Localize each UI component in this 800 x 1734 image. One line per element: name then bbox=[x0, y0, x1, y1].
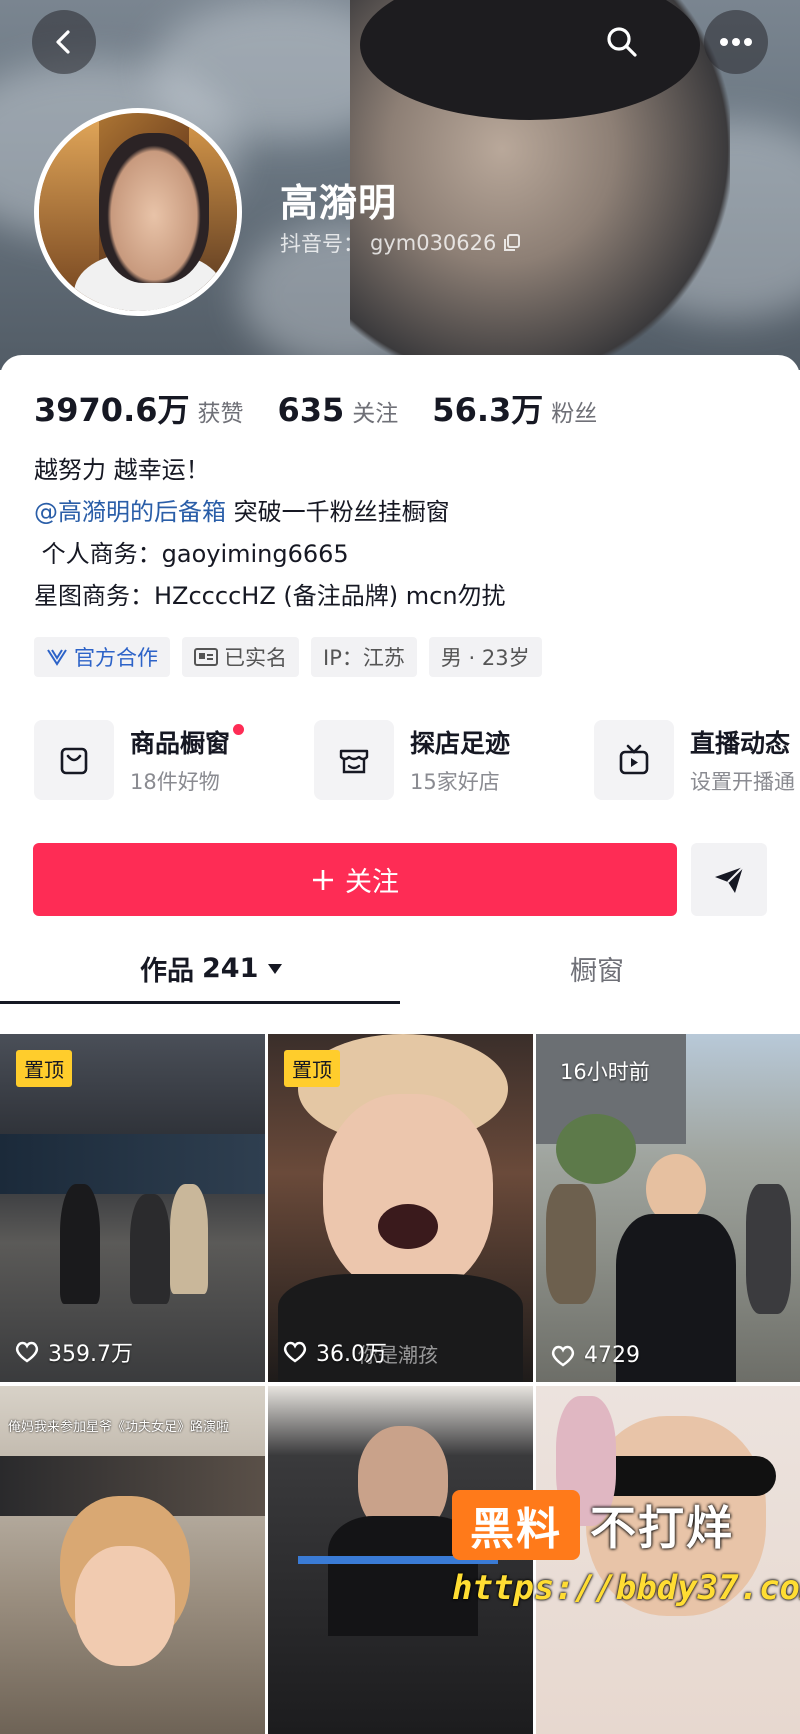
bio-line-4: 星图商务：HZccccHZ (备注品牌) mcn勿扰 bbox=[34, 582, 506, 610]
watermark-url: https://bbdy37.com bbox=[452, 1568, 800, 1608]
tab-shop-window[interactable]: 橱窗 bbox=[570, 949, 624, 988]
back-button[interactable] bbox=[32, 10, 96, 74]
bio-mention-link[interactable]: @高漪明的后备箱 bbox=[34, 498, 226, 526]
tag-official-cooperation[interactable]: 官方合作 bbox=[34, 637, 170, 677]
video-likes-count: 36.0万 bbox=[316, 1342, 387, 1367]
feature-live-updates[interactable]: 直播动态 设置开播通 bbox=[594, 720, 800, 800]
heart-icon bbox=[283, 1341, 307, 1363]
avatar[interactable] bbox=[34, 108, 242, 316]
id-card-icon bbox=[194, 648, 218, 666]
feature-title: 直播动态 bbox=[690, 729, 791, 758]
profile-tags: 官方合作 已实名 IP：江苏 男 · 23岁 bbox=[34, 637, 542, 677]
tag-gender-age: 男 · 23岁 bbox=[428, 637, 542, 677]
content-tabs: 作品 241 橱窗 bbox=[0, 935, 800, 1005]
search-button[interactable] bbox=[600, 20, 644, 64]
feature-subtitle: 设置开播通 bbox=[690, 770, 795, 794]
likes-count[interactable]: 3970.6万 bbox=[34, 385, 190, 431]
video-likes: 359.7万 bbox=[14, 1336, 133, 1368]
handle-value: gym030626 bbox=[370, 231, 497, 255]
feature-store-visits[interactable]: 探店足迹 15家好店 bbox=[314, 720, 594, 800]
notification-dot bbox=[233, 724, 245, 735]
feature-title: 探店足迹 bbox=[410, 729, 511, 758]
watermark-logo: 黑料 bbox=[452, 1490, 580, 1560]
video-likes-count: 4729 bbox=[584, 1343, 640, 1368]
handle-label: 抖音号： bbox=[280, 232, 364, 256]
follow-label: 关注 bbox=[345, 867, 399, 898]
bio-line-2-text: 突破一千粉丝挂橱窗 bbox=[226, 498, 450, 526]
caret-down-icon[interactable] bbox=[266, 962, 284, 976]
tag-ip-location: IP：江苏 bbox=[311, 637, 417, 677]
video-likes: 4729 bbox=[550, 1343, 640, 1368]
feature-title: 商品橱窗 bbox=[130, 724, 245, 760]
tab-works-count: 241 bbox=[202, 953, 259, 984]
video-likes: 36.0万 bbox=[282, 1336, 387, 1368]
tag-label: 已实名 bbox=[224, 646, 287, 670]
bag-icon bbox=[60, 747, 88, 775]
tag-label: 男 · 23岁 bbox=[440, 646, 530, 670]
feature-icon-box bbox=[314, 720, 394, 800]
following-count[interactable]: 635 bbox=[278, 391, 345, 429]
heart-icon bbox=[15, 1341, 39, 1363]
badge-icon bbox=[47, 649, 67, 666]
tag-verified[interactable]: 已实名 bbox=[182, 637, 299, 677]
video-thumbnail[interactable]: 置顶 359.7万 bbox=[0, 1034, 265, 1382]
watermark: 黑料 不打烊 https://bbdy37.com bbox=[452, 1490, 800, 1620]
following-label: 关注 bbox=[352, 401, 399, 427]
pinned-badge: 置顶 bbox=[16, 1050, 72, 1087]
message-button[interactable] bbox=[691, 843, 767, 916]
feature-icon-box bbox=[34, 720, 114, 800]
search-icon bbox=[607, 27, 637, 57]
video-thumbnail[interactable]: 你是潮孩 置顶 36.0万 bbox=[268, 1034, 533, 1382]
watermark-text: 不打烊 bbox=[590, 1501, 734, 1555]
feature-subtitle: 18件好物 bbox=[130, 770, 220, 794]
bio-line-1: 越努力 越幸运！ bbox=[34, 456, 210, 484]
video-thumbnail[interactable]: 俺妈我来参加星爷《功夫女足》路演啦 bbox=[0, 1386, 265, 1734]
profile-name: 高漪明 bbox=[280, 181, 398, 225]
video-caption: 俺妈我来参加星爷《功夫女足》路演啦 bbox=[8, 1420, 230, 1435]
send-icon bbox=[715, 865, 744, 893]
plus-icon bbox=[313, 869, 333, 890]
video-thumbnail[interactable]: 16小时前 4729 bbox=[536, 1034, 800, 1382]
more-dots-icon bbox=[720, 38, 752, 46]
follow-button[interactable]: 关注 bbox=[33, 843, 677, 916]
pinned-badge: 置顶 bbox=[284, 1050, 340, 1087]
copy-icon[interactable] bbox=[502, 233, 522, 253]
profile-stats: 3970.6万 获赞 635 关注 56.3万 粉丝 bbox=[34, 385, 631, 431]
profile-bio: 越努力 越幸运！ @高漪明的后备箱 突破一千粉丝挂橱窗 个人商务：gaoyimi… bbox=[34, 449, 506, 617]
followers-count[interactable]: 56.3万 bbox=[432, 385, 543, 431]
feature-icon-box bbox=[594, 720, 674, 800]
bio-line-2: @高漪明的后备箱 突破一千粉丝挂橱窗 bbox=[34, 491, 506, 533]
tv-icon bbox=[619, 744, 649, 775]
likes-label: 获赞 bbox=[197, 401, 244, 427]
tab-indicator bbox=[0, 1001, 400, 1004]
back-arrow-icon bbox=[56, 30, 70, 54]
followers-label: 粉丝 bbox=[551, 401, 598, 427]
tag-label: IP：江苏 bbox=[323, 646, 405, 670]
bio-line-3: 个人商务：gaoyiming6665 bbox=[34, 540, 349, 568]
more-button[interactable] bbox=[704, 10, 768, 74]
tab-works[interactable]: 作品 241 bbox=[140, 949, 284, 988]
heart-icon bbox=[551, 1345, 575, 1366]
tag-label: 官方合作 bbox=[74, 646, 158, 670]
feature-entries: 商品橱窗 18件好物 探店足迹 15家好店 直播动态 设置开播通 bbox=[34, 720, 800, 800]
profile-handle: 抖音号： gym030626 bbox=[280, 228, 522, 258]
shop-icon bbox=[339, 749, 369, 774]
video-likes-count: 359.7万 bbox=[48, 1342, 133, 1367]
feature-subtitle: 15家好店 bbox=[410, 770, 500, 794]
tab-works-label: 作品 bbox=[140, 956, 194, 987]
feature-shop-window[interactable]: 商品橱窗 18件好物 bbox=[34, 720, 314, 800]
video-posted-time: 16小时前 bbox=[560, 1060, 650, 1084]
